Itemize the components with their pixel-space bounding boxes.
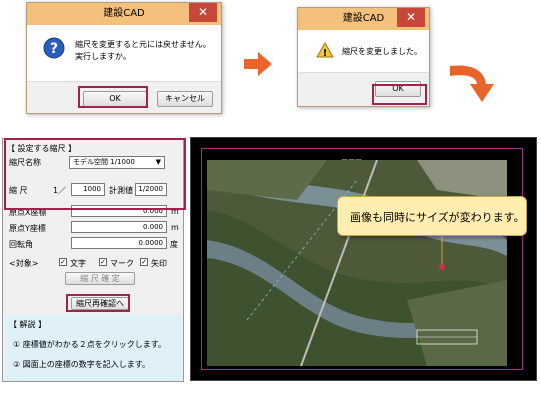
rotation-label: 回転角 — [9, 240, 33, 249]
confirm-dialog-titlebar: 建設CAD ✕ — [27, 3, 221, 25]
result-message: 縮尺を変更しました。 — [342, 47, 422, 56]
dialog-title: 建設CAD — [342, 13, 385, 24]
arrow-checkbox[interactable]: ✓ — [140, 258, 148, 266]
recheck-highlight — [66, 294, 130, 312]
svg-text:!: ! — [323, 48, 328, 58]
text-checkbox-label: 文字 — [70, 259, 86, 268]
ok-highlight — [372, 84, 427, 105]
result-dialog-body: ! 縮尺を変更しました。 — [298, 30, 429, 74]
drawing-canvas[interactable]: 平面図 画像も同時にサイズが変わります。 — [190, 137, 537, 381]
mark-checkbox-label: マーク — [110, 259, 134, 268]
help-title: 【 解説 】 — [9, 320, 47, 329]
warning-icon: ! — [316, 42, 334, 58]
confirm-message-line1: 縮尺を変更すると元には戻せません。 — [75, 40, 211, 49]
target-label: <対象> — [9, 259, 39, 268]
confirm-message-line2: 実行しますか。 — [75, 52, 131, 61]
curved-arrow-down-icon — [450, 65, 494, 102]
result-dialog-titlebar: 建設CAD ✕ — [298, 8, 429, 30]
svg-text:?: ? — [50, 41, 58, 57]
close-button[interactable]: ✕ — [189, 3, 217, 22]
mark-checkbox[interactable]: ✓ — [99, 258, 107, 266]
confirm-scale-button[interactable]: 縮 尺 確 定 — [65, 272, 135, 285]
rotation-unit: 度 — [170, 240, 178, 249]
help-step-2: ② 図面上の座標の数字を記入します。 — [13, 360, 150, 369]
origin-y-input[interactable]: 0.000 — [71, 221, 167, 233]
arrow-right-icon — [244, 52, 272, 76]
origin-y-label: 原点Y座標 — [9, 224, 46, 233]
callout-text: 画像も同時にサイズが変わります。 — [350, 211, 525, 224]
question-icon: ? — [43, 37, 65, 59]
help-step-1: ① 座標値がわかる２点をクリックします。 — [13, 340, 166, 349]
close-button[interactable]: ✕ — [397, 8, 425, 27]
dialog-title: 建設CAD — [103, 8, 145, 19]
settings-highlight — [4, 138, 186, 210]
callout-pointer — [439, 236, 445, 270]
rotation-input[interactable]: 0.0000 — [71, 237, 167, 249]
text-checkbox[interactable]: ✓ — [59, 258, 67, 266]
origin-y-unit: m — [171, 223, 179, 232]
callout-box: 画像も同時にサイズが変わります。 — [337, 196, 527, 236]
arrow-checkbox-label: 矢印 — [151, 259, 167, 268]
aerial-photo — [207, 160, 507, 366]
help-panel: 【 解説 】 ① 座標値がわかる２点をクリックします。 ② 図面上の座標の数字を… — [5, 315, 182, 381]
confirm-dialog-body: ? 縮尺を変更すると元には戻せません。 実行しますか。 — [27, 25, 221, 83]
cancel-button[interactable]: キャンセル — [157, 91, 213, 107]
ok-highlight — [78, 86, 148, 108]
